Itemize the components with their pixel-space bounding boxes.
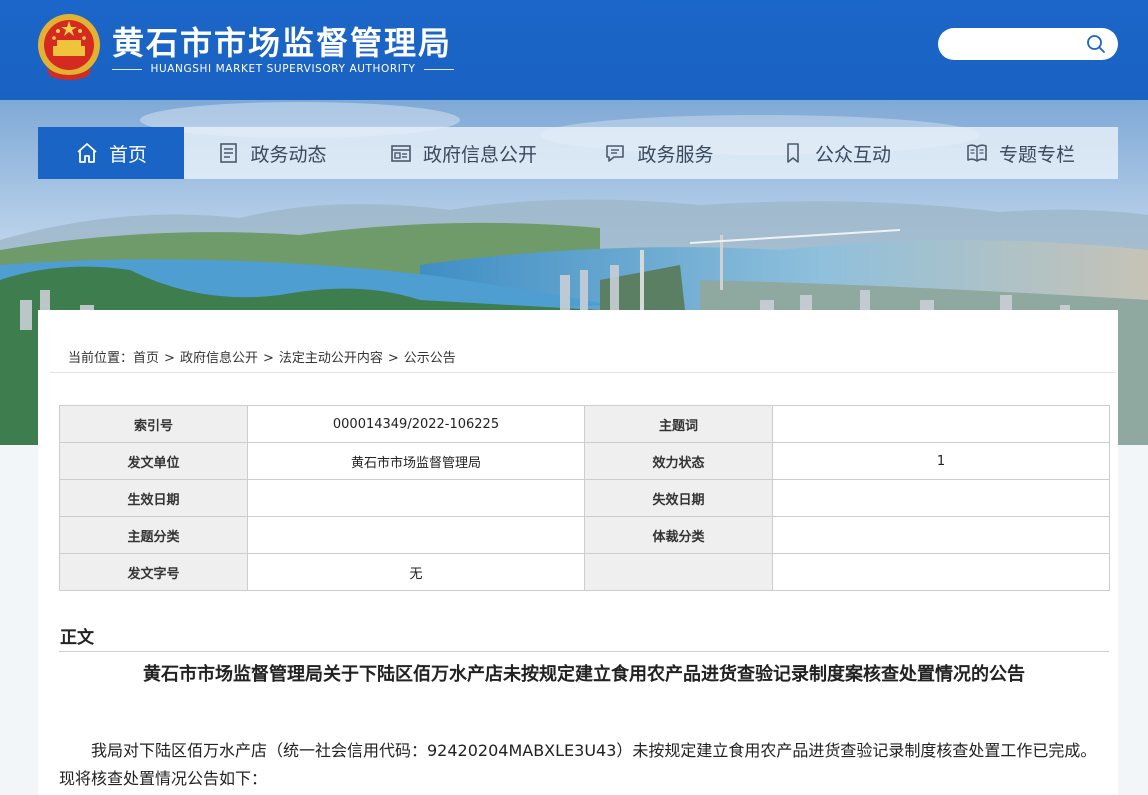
service-icon bbox=[606, 145, 625, 162]
search-box bbox=[938, 28, 1118, 60]
content-card: 当前位置：首页 > 政府信息公开 > 法定主动公开内容 > 公示公告 索引号 0000143… bbox=[38, 310, 1118, 795]
nav-item-info[interactable]: 政府信息公开 bbox=[359, 127, 567, 179]
meta-value bbox=[247, 479, 585, 517]
nav-label-news: 政务动态 bbox=[250, 143, 327, 166]
meta-value bbox=[772, 479, 1110, 517]
breadcrumb-separator: > bbox=[164, 351, 175, 366]
document-title: 黄石市市场监督管理局关于下陆区佰万水产店未按规定建立食用农产品进货查验记录制度案… bbox=[143, 664, 1025, 685]
subtitle-line-right bbox=[423, 68, 455, 70]
nav-label-service: 政务服务 bbox=[637, 143, 714, 166]
site-subtitle: HUANGSHI MARKET SUPERVISORY AUTHORITY bbox=[150, 63, 416, 75]
breadcrumb-notice[interactable]: 公示公告 bbox=[404, 351, 456, 366]
breadcrumb-separator: > bbox=[387, 351, 399, 366]
news-icon bbox=[220, 143, 238, 163]
document-meta-table: 索引号 000014349/2022-106225 主题词 发文单位 黄石市市场… bbox=[59, 405, 1110, 591]
body-section-divider bbox=[59, 651, 1109, 652]
meta-label: 发文字号 bbox=[59, 553, 248, 591]
breadcrumb-divider bbox=[50, 372, 1116, 373]
meta-label: 体裁分类 bbox=[584, 516, 773, 554]
table-row: 生效日期 失效日期 bbox=[59, 479, 1110, 517]
nav-label-home: 首页 bbox=[108, 143, 147, 166]
site-header: 黄石市市场监督管理局 HUANGSHI MARKET SUPERVISORY A… bbox=[0, 0, 1148, 100]
info-icon bbox=[391, 145, 411, 162]
site-subtitle-row: HUANGSHI MARKET SUPERVISORY AUTHORITY bbox=[112, 63, 455, 75]
meta-value: 黄石市市场监督管理局 bbox=[247, 442, 585, 480]
meta-label: 主题分类 bbox=[59, 516, 248, 554]
breadcrumb: 当前位置：首页 > 政府信息公开 > 法定主动公开内容 > 公示公告 bbox=[68, 347, 456, 366]
site-title: 黄石市市场监督管理局 bbox=[112, 24, 453, 62]
book-icon bbox=[967, 144, 987, 162]
nav-item-home[interactable]: 首页 bbox=[38, 127, 184, 179]
nav-item-interaction[interactable]: 公众互动 bbox=[750, 127, 922, 179]
nav-item-special[interactable]: 专题专栏 bbox=[922, 127, 1118, 179]
table-row: 主题分类 体裁分类 bbox=[59, 516, 1110, 554]
nav-label-interaction: 公众互动 bbox=[814, 143, 891, 166]
subtitle-line-left bbox=[112, 68, 143, 70]
document-paragraph: 我局对下陆区佰万水产店（统一社会信用代码：92420204MABXLE3U43）… bbox=[59, 741, 1097, 788]
breadcrumb-separator: > bbox=[262, 351, 274, 366]
breadcrumb-statutory[interactable]: 法定主动公开内容 bbox=[279, 351, 383, 366]
home-icon bbox=[77, 143, 97, 163]
meta-label: 效力状态 bbox=[584, 442, 773, 480]
nav-item-service[interactable]: 政务服务 bbox=[567, 127, 750, 179]
meta-value: 000014349/2022-106225 bbox=[247, 405, 585, 443]
meta-value bbox=[772, 516, 1110, 554]
meta-value bbox=[247, 516, 585, 554]
meta-label: 主题词 bbox=[584, 405, 773, 443]
search-icon[interactable] bbox=[1086, 34, 1106, 54]
meta-label: 生效日期 bbox=[59, 479, 248, 517]
meta-label: 索引号 bbox=[59, 405, 248, 443]
search-input[interactable] bbox=[950, 34, 1080, 54]
breadcrumb-prefix: 当前位置： bbox=[68, 351, 134, 366]
table-row: 发文字号 无 bbox=[59, 553, 1110, 591]
national-emblem-icon bbox=[38, 14, 100, 80]
nav-label-special: 专题专栏 bbox=[998, 143, 1075, 166]
meta-label bbox=[584, 553, 773, 591]
table-row: 索引号 000014349/2022-106225 主题词 bbox=[59, 405, 1110, 443]
body-section-label: 正文 bbox=[60, 628, 94, 648]
meta-label: 发文单位 bbox=[59, 442, 248, 480]
meta-value bbox=[772, 553, 1110, 591]
nav-item-news[interactable]: 政务动态 bbox=[184, 127, 359, 179]
meta-value bbox=[772, 405, 1110, 443]
meta-value: 无 bbox=[247, 553, 585, 591]
breadcrumb-home[interactable]: 首页 bbox=[133, 351, 159, 366]
main-nav: 首页 政务动态 政府信息公开 政务服务 公众互动 专题专栏 bbox=[38, 127, 1118, 179]
meta-value: 1 bbox=[772, 442, 1110, 480]
nav-label-info: 政府信息公开 bbox=[422, 143, 537, 166]
breadcrumb-info[interactable]: 政府信息公开 bbox=[180, 351, 258, 366]
bookmark-icon bbox=[787, 143, 799, 163]
table-row: 发文单位 黄石市市场监督管理局 效力状态 1 bbox=[59, 442, 1110, 480]
meta-label: 失效日期 bbox=[584, 479, 773, 517]
